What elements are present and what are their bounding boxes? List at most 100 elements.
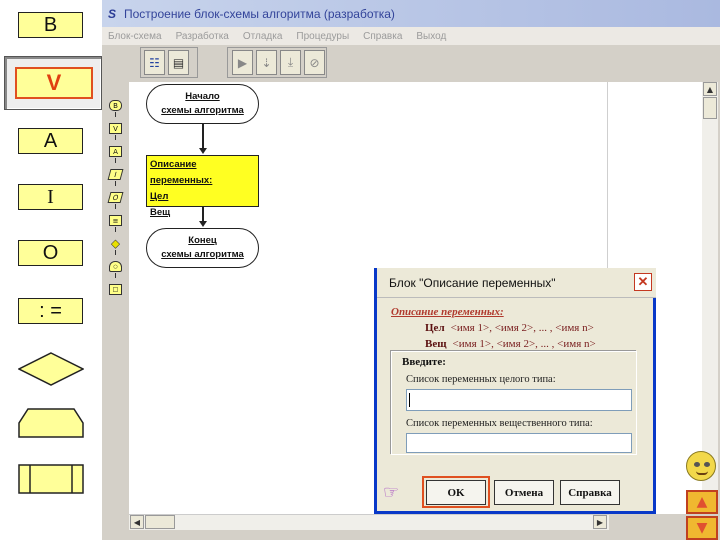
toolbar-structure-button[interactable]: ☷	[144, 50, 165, 75]
mini-var-block[interactable]: V	[109, 123, 122, 134]
cancel-button[interactable]: Отмена	[494, 480, 554, 505]
stop-icon: ⊘	[309, 55, 320, 70]
syntax-int-list: <имя 1>, <имя 2>, ... , <имя n>	[450, 322, 594, 334]
decl-block-int: Цел	[150, 191, 169, 202]
menu-debug[interactable]: Отладка	[243, 31, 283, 42]
triangle-up-icon: ▲	[696, 494, 708, 510]
ok-button[interactable]: OK	[426, 480, 486, 505]
int-list-input[interactable]	[406, 389, 632, 411]
start-line-1: Начало	[185, 91, 220, 102]
toolbar-notes-button[interactable]: ▤	[168, 50, 189, 75]
scroll-up-icon[interactable]: ▲	[703, 82, 717, 96]
help-button[interactable]: Справка	[560, 480, 620, 505]
horizontal-scrollbar[interactable]: ◀ ▶	[129, 514, 609, 530]
toolbar: ☷ ▤ ▶ ⇣ ⤓ ⊘	[102, 45, 720, 81]
triangle-down-icon: ▼	[696, 520, 708, 536]
start-line-2: схемы алгоритма	[161, 105, 244, 116]
palette-a-label: A	[43, 129, 58, 152]
mini-arrow-icon	[115, 250, 116, 255]
palette-decision-shape[interactable]	[18, 352, 84, 386]
mini-decision-label: ◆	[111, 237, 120, 251]
mini-assign-block[interactable]: A	[109, 146, 122, 157]
slide-prev-button[interactable]: ▲	[686, 490, 718, 514]
slide-next-button[interactable]: ▼	[686, 516, 718, 540]
flowchart-start-block[interactable]: Начало схемы алгоритма	[146, 84, 259, 124]
vertical-scrollbar[interactable]: ▲	[702, 82, 718, 514]
smiley-eye	[704, 462, 710, 467]
toolbar-run-button[interactable]: ▶	[232, 50, 253, 75]
scroll-right-icon[interactable]: ▶	[593, 515, 607, 529]
mini-arrow-icon	[115, 158, 116, 163]
close-icon[interactable]: ✕	[634, 273, 652, 291]
mini-arrow-icon	[115, 273, 116, 278]
input-group: Введите: Список переменных целого типа: …	[391, 351, 637, 455]
connector-arrow-icon	[199, 148, 207, 154]
help-label: Справка	[568, 486, 612, 499]
mini-begin-label: B	[113, 101, 118, 110]
menu-procedures[interactable]: Процедуры	[296, 31, 349, 42]
menu-flowchart[interactable]: Блок-схема	[108, 31, 162, 42]
declaration-dialog: Блок "Описание переменных" ✕ Описание пе…	[374, 268, 656, 514]
step-down-icon: ⇣	[261, 55, 272, 70]
window-title: Построение блок-схемы алгоритма (разрабо…	[124, 6, 395, 21]
palette-o-label: O	[42, 241, 59, 264]
input-group-title: Введите:	[402, 356, 446, 368]
toolbar-step-button[interactable]: ⇣	[256, 50, 277, 75]
toolbar-stop-button[interactable]: ⊘	[304, 50, 325, 75]
mini-loop-block[interactable]: ○	[109, 261, 122, 272]
mini-arrow-icon	[115, 227, 116, 232]
mini-input-label: I	[113, 170, 118, 179]
ok-label: OK	[447, 486, 465, 499]
palette-assign-label: : =	[39, 299, 62, 322]
menu-help[interactable]: Справка	[363, 31, 402, 42]
menu-exit[interactable]: Выход	[416, 31, 446, 42]
play-icon: ▶	[237, 55, 248, 70]
flowchart-declaration-block[interactable]: Описание переменных: Цел Вещ	[146, 155, 259, 218]
mini-arrow-icon	[115, 112, 116, 117]
palette-assignment-block[interactable]: : =	[18, 298, 83, 324]
palette-output-block[interactable]: O	[18, 240, 83, 266]
palette-begin-block[interactable]: B	[18, 12, 83, 38]
mini-input-block[interactable]: I	[107, 169, 124, 180]
palette-var-block-selected[interactable]: V	[4, 56, 102, 110]
mini-procedure-label: □	[112, 286, 119, 293]
palette-input-block[interactable]: I	[18, 184, 83, 210]
palette-loop-shape[interactable]	[18, 408, 84, 438]
app-logo-icon: S	[107, 6, 116, 21]
connector-line	[202, 124, 204, 150]
mini-arrow-icon	[115, 181, 116, 186]
menu-develop[interactable]: Разработка	[176, 31, 229, 42]
vertical-scroll-thumb[interactable]	[703, 97, 717, 119]
palette-procedure-shape[interactable]	[18, 464, 84, 494]
syntax-int-row: Цел <имя 1>, <имя 2>, ... , <имя n>	[391, 320, 596, 336]
mini-begin-block[interactable]: B	[109, 100, 122, 111]
mini-var-label: V	[113, 124, 118, 133]
flowchart-end-block[interactable]: Конец схемы алгоритма	[146, 228, 259, 268]
dialog-title-bar: Блок "Описание переменных" ✕	[377, 268, 656, 298]
connector-arrow-icon	[199, 221, 207, 227]
palette-i-label: I	[47, 185, 54, 208]
syntax-int-type: Цел	[425, 322, 445, 334]
smiley-mouth	[696, 471, 708, 475]
palette-begin-label: B	[43, 13, 58, 36]
palette-assign-a-block[interactable]: A	[18, 128, 83, 154]
mini-decision-block[interactable]: ◆	[109, 237, 122, 251]
mini-procedure-block[interactable]: □	[109, 284, 122, 295]
horizontal-scroll-thumb[interactable]	[145, 515, 175, 529]
syntax-real-type: Вещ	[425, 338, 447, 350]
mini-assignment-block[interactable]: ≡	[109, 215, 122, 226]
syntax-real-list: <имя 1>, <имя 2>, ... , <имя n>	[452, 338, 596, 350]
syntax-real-row: Вещ <имя 1>, <имя 2>, ... , <имя n>	[391, 336, 596, 352]
smiley-eye	[694, 462, 700, 467]
declaration-syntax-help: Описание переменных: Цел <имя 1>, <имя 2>…	[391, 304, 596, 352]
mini-assignment-label: ≡	[112, 216, 119, 225]
palette-var-block[interactable]: V	[15, 67, 93, 99]
scroll-left-icon[interactable]: ◀	[130, 515, 144, 529]
toolbar-step-over-button[interactable]: ⤓	[280, 50, 301, 75]
mini-loop-label: ○	[113, 263, 118, 270]
mini-output-block[interactable]: O	[107, 192, 124, 203]
mini-block-palette: B V A I O ≡ ◆ ○ □	[105, 100, 125, 300]
mini-output-label: O	[111, 193, 120, 202]
real-list-input[interactable]	[406, 433, 632, 453]
menu-bar: Блок-схема Разработка Отладка Процедуры …	[102, 27, 720, 45]
